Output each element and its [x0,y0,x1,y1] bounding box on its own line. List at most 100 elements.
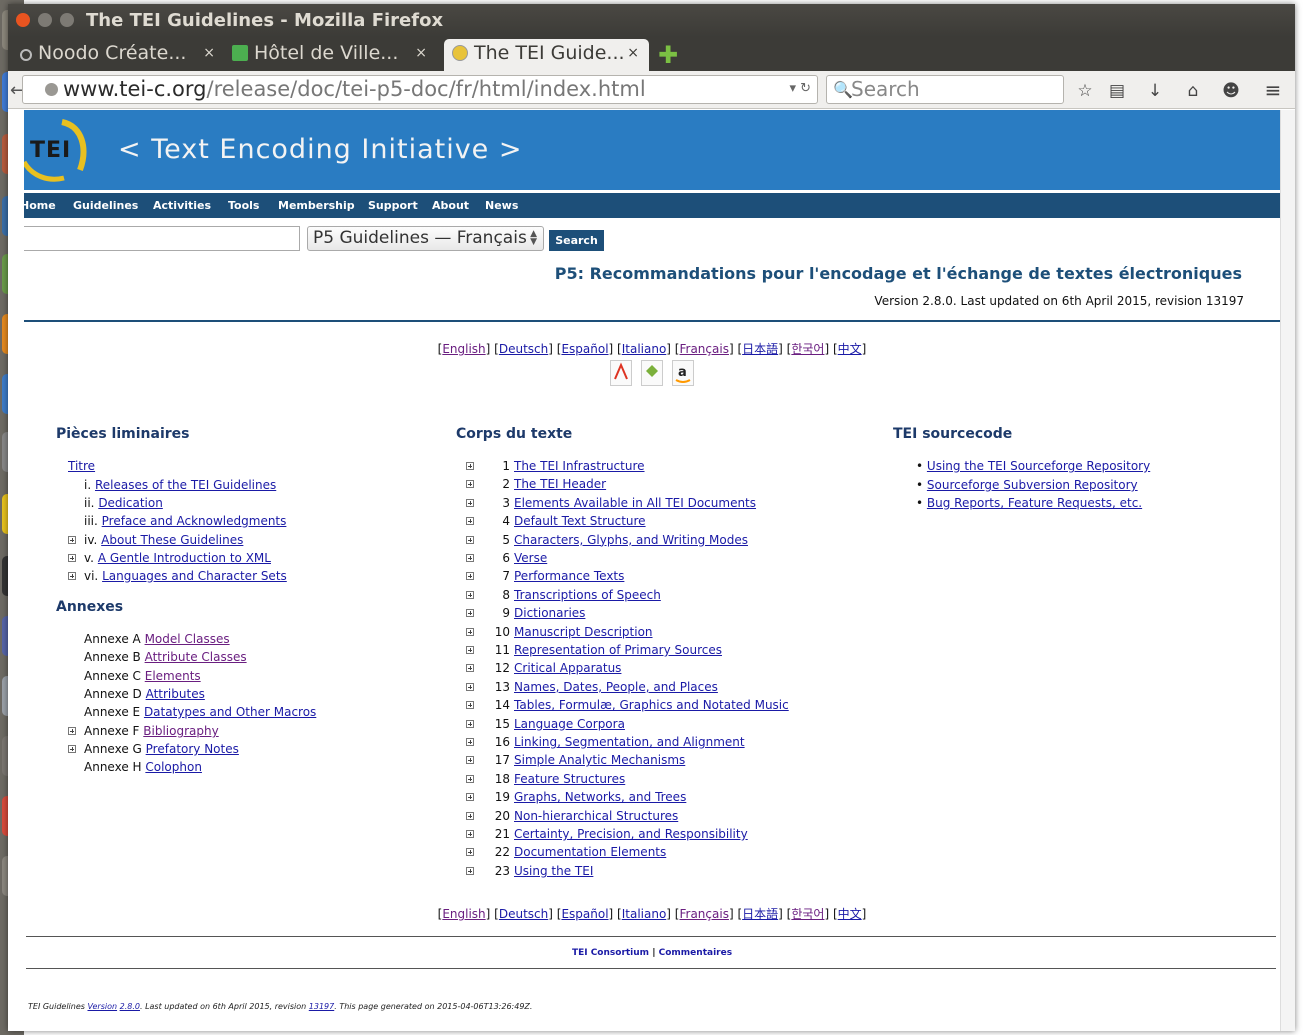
item-link[interactable]: Dictionaries [514,606,585,620]
item-link[interactable]: Using the TEI [514,864,593,878]
item-link[interactable]: Representation of Primary Sources [514,643,722,657]
url-text[interactable]: www.tei-c.org/release/doc/tei-p5-doc/fr/… [63,77,646,101]
item-link[interactable]: Names, Dates, People, and Places [514,680,718,694]
new-tab-button[interactable]: ✚ [658,41,678,69]
menu-guidelines[interactable]: Guidelines [73,199,138,212]
expand-icon[interactable] [466,866,474,875]
site-search-input[interactable] [24,226,300,251]
bookmark-star-icon[interactable]: ☆ [1074,81,1096,101]
expand-icon[interactable] [466,682,474,691]
item-link[interactable]: Colophon [145,760,202,774]
comments-link[interactable]: Commentaires [659,948,732,958]
expand-icon[interactable] [466,774,474,783]
item-link[interactable]: Linking, Segmentation, and Alignment [514,735,745,749]
item-link[interactable]: Model Classes [145,632,230,646]
pdf-icon[interactable] [610,360,632,386]
lang-deutsch[interactable]: Deutsch [499,907,548,921]
tei-consortium-link[interactable]: TEI Consortium [572,948,649,958]
expand-icon[interactable] [68,572,76,580]
menu-membership[interactable]: Membership [278,199,355,212]
expand-icon[interactable] [466,793,474,802]
reading-list-icon[interactable]: ▤ [1106,81,1128,101]
item-link[interactable]: About These Guidelines [101,533,243,547]
lang-deutsch[interactable]: Deutsch [499,342,548,356]
lang-english[interactable]: English [442,907,485,921]
lang-korean[interactable]: 한국어 [791,907,824,921]
menu-news[interactable]: News [485,199,518,212]
lang-chinese[interactable]: 中文 [838,907,862,921]
item-link[interactable]: Datatypes and Other Macros [144,705,316,719]
lang-francais[interactable]: Français [679,907,728,921]
lang-chinese[interactable]: 中文 [838,342,862,356]
reload-icon[interactable]: ▾ ↻ [789,81,811,96]
close-tab-icon[interactable]: × [415,45,427,61]
close-tab-icon[interactable]: × [203,45,215,61]
menu-about[interactable]: About [432,199,469,212]
item-link[interactable]: Verse [514,551,547,565]
expand-icon[interactable] [466,646,474,654]
expand-icon[interactable] [466,719,474,728]
item-link[interactable]: Bibliography [143,724,218,738]
item-link[interactable]: Manuscript Description [514,625,653,639]
item-link[interactable]: Graphs, Networks, and Trees [514,790,686,804]
item-link[interactable]: Default Text Structure [514,514,646,528]
lang-francais[interactable]: Français [679,342,728,356]
minimize-window-icon[interactable] [38,13,52,27]
expand-icon[interactable] [466,609,474,618]
lang-japanese[interactable]: 日本語 [742,907,778,921]
item-link[interactable]: A Gentle Introduction to XML [98,551,271,565]
expand-icon[interactable] [466,462,474,470]
tab-hotel-de-ville[interactable]: Hôtel de Ville... × [232,39,437,71]
download-icon[interactable]: ↓ [1144,81,1166,101]
item-link[interactable]: Attributes [146,687,205,701]
hamburger-menu-icon[interactable]: ≡ [1262,78,1284,102]
item-link[interactable]: Simple Analytic Mechanisms [514,753,685,767]
item-link[interactable]: Preface and Acknowledgments [102,514,287,528]
item-link[interactable]: Transcriptions of Speech [514,588,661,602]
expand-icon[interactable] [466,738,474,746]
version-number-link[interactable]: 2.8.0 [120,1002,140,1011]
item-link[interactable]: Performance Texts [514,569,624,583]
titre-link[interactable]: Titre [68,459,95,473]
expand-icon[interactable] [68,727,76,735]
home-icon[interactable]: ⌂ [1182,81,1204,101]
expand-icon[interactable] [466,811,474,820]
expand-icon[interactable] [466,498,474,507]
item-link[interactable]: Documentation Elements [514,845,666,859]
expand-icon[interactable] [466,535,474,544]
expand-icon[interactable] [466,480,474,489]
item-link[interactable]: Languages and Character Sets [102,569,287,583]
vertical-scrollbar[interactable] [1280,110,1295,1031]
menu-tools[interactable]: Tools [228,199,259,212]
menu-activities[interactable]: Activities [153,199,211,212]
expand-icon[interactable] [466,830,474,838]
expand-icon[interactable] [466,517,474,526]
url-bar[interactable]: www.tei-c.org/release/doc/tei-p5-doc/fr/… [22,75,818,104]
sourcecode-link[interactable]: Sourceforge Subversion Repository [927,478,1138,492]
item-link[interactable]: Characters, Glyphs, and Writing Modes [514,533,748,547]
item-link[interactable]: Dedication [98,496,163,510]
expand-icon[interactable] [68,745,76,753]
search-input[interactable]: 🔍 Search [826,75,1064,104]
expand-icon[interactable] [68,536,76,544]
expand-icon[interactable] [466,701,474,710]
item-link[interactable]: Non-hierarchical Structures [514,809,678,823]
maximize-window-icon[interactable] [60,13,74,27]
chat-icon[interactable]: ☻ [1220,81,1242,101]
item-link[interactable]: Tables, Formulæ, Graphics and Notated Mu… [514,698,789,712]
version-link[interactable]: Version [88,1002,118,1011]
epub-icon[interactable] [641,360,664,386]
item-link[interactable]: The TEI Infrastructure [514,459,645,473]
sourcecode-link[interactable]: Using the TEI Sourceforge Repository [927,459,1150,473]
item-link[interactable]: Prefatory Notes [146,742,239,756]
item-link[interactable]: Critical Apparatus [514,661,621,675]
lang-italiano[interactable]: Italiano [622,342,667,356]
expand-icon[interactable] [466,848,474,857]
expand-icon[interactable] [466,590,474,599]
revision-link[interactable]: 13197 [309,1002,334,1011]
expand-icon[interactable] [466,756,474,765]
item-link[interactable]: The TEI Header [514,477,606,491]
expand-icon[interactable] [466,627,474,636]
tab-noodo[interactable]: Noodo Créate... × [20,39,225,71]
guidelines-version-select[interactable]: P5 Guidelines — Français ▲ ▼ [307,226,544,251]
